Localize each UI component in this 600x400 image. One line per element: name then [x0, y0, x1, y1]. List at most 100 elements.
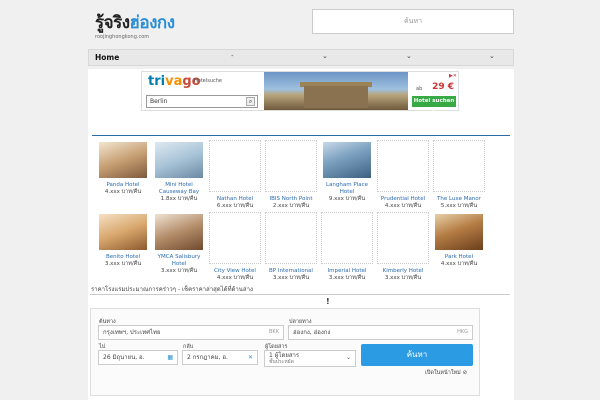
ad-left-panel: trivago Hotelsuche Berlin ⌕ — [142, 72, 262, 110]
nav-dropdown-3[interactable]: ⌄ — [406, 52, 412, 60]
hotel-image-placeholder[interactable] — [265, 212, 317, 264]
hotel-price: 3.xxx บาท/คืน — [384, 275, 422, 281]
hotel-image[interactable] — [99, 214, 147, 250]
hotel-image-placeholder[interactable] — [209, 140, 261, 192]
site-search-input[interactable]: ค้นหา — [312, 9, 514, 34]
hotel-name[interactable]: City View Hotel — [209, 268, 261, 275]
hotel-name[interactable]: Benito Hotel — [97, 254, 149, 261]
hotel-card[interactable]: Imperial Hotel 3.xxx บาท/คืน — [321, 212, 373, 282]
chevron-down-icon[interactable]: ⌄ — [346, 354, 351, 361]
hotel-price: 1.8xx บาท/คืน — [160, 196, 198, 202]
ad-hotelsuche-label: Hotelsuche — [194, 78, 223, 84]
hotel-image-placeholder[interactable] — [433, 140, 485, 192]
hotel-card[interactable]: Nathan Hotel 6.xxx บาท/คืน — [209, 140, 261, 210]
calendar-icon[interactable]: ▦ — [167, 351, 173, 364]
hotel-image-placeholder[interactable] — [265, 140, 317, 192]
hotel-image[interactable] — [155, 142, 203, 178]
hotel-name[interactable]: Panda Hotel — [97, 182, 149, 189]
nav-dropdown-4[interactable]: ⌄ — [489, 52, 495, 60]
nav-home-link[interactable]: Home — [95, 53, 119, 62]
hotel-card[interactable]: City View Hotel 4.xxx บาท/คืน — [209, 212, 261, 282]
hotel-image[interactable] — [435, 214, 483, 250]
ad-price: 29 € — [432, 82, 454, 92]
depart-value: 26 มิถุนายน, อ. — [103, 354, 145, 361]
trivago-logo-part-1: tri — [148, 74, 166, 89]
hotel-name[interactable]: Park Hotel — [433, 254, 485, 261]
flight-search-form: ต้นทาง กรุงเทพฯ, ประเทศไทย BKK ปลายทาง ฮ… — [90, 308, 480, 396]
trivago-logo: trivago — [148, 74, 201, 89]
ad-city-image — [264, 72, 408, 110]
hotel-image-placeholder[interactable] — [209, 212, 261, 264]
return-value: 2 กรกฎาคม, อ. — [187, 354, 228, 361]
nav-dropdown-1[interactable]: - — [231, 52, 234, 60]
hotel-price: 9.xxx บาท/คืน — [328, 196, 366, 202]
main-nav: Home - ⌄ ⌄ ⌄ — [88, 49, 514, 66]
from-input[interactable]: กรุงเทพฯ, ประเทศไทย BKK — [98, 325, 284, 340]
hotel-name[interactable]: The Luxe Manor — [433, 196, 485, 203]
clear-date-icon[interactable]: ✕ — [248, 351, 253, 364]
to-code: HKG — [457, 329, 468, 335]
hotel-card[interactable]: The Luxe Manor 5.xxx บาท/คืน — [433, 140, 485, 210]
hotel-image[interactable] — [323, 142, 371, 178]
nav-dropdown-2[interactable]: ⌄ — [322, 52, 328, 60]
open-new-window-option[interactable]: เปิดในหน้าใหม่ ⊘ — [425, 369, 467, 377]
hotel-name[interactable]: Kimberly Hotel — [377, 268, 429, 275]
hotel-card[interactable]: IBIS North Point 2.xxx บาท/คืน — [265, 140, 317, 210]
hotel-card[interactable]: YMCA Salisbury Hotel 3.xxx บาท/คืน — [153, 214, 205, 275]
flight-search-button[interactable]: ค้นหา — [361, 344, 473, 366]
ad-ab-label: ab — [416, 86, 423, 92]
hotel-name[interactable]: BP International — [265, 268, 317, 275]
hotel-card[interactable]: Langham Place Hotel 9.xxx บาท/คืน — [321, 142, 373, 203]
ad-gate-building — [304, 86, 368, 108]
hotel-image[interactable] — [99, 142, 147, 178]
hotel-name[interactable]: Mini Hotel Causeway Bay — [153, 182, 205, 196]
hotel-card[interactable]: Mini Hotel Causeway Bay 1.8xx บาท/คืน — [153, 142, 205, 203]
hotel-name[interactable]: YMCA Salisbury Hotel — [153, 254, 205, 268]
hotel-image-placeholder[interactable] — [377, 140, 429, 192]
ad-hotel-search-button[interactable]: Hotel suchen > — [412, 96, 456, 115]
hotel-price: 6.xxx บาท/คืน — [216, 203, 254, 209]
hotel-card[interactable]: Prudential Hotel 4.xxx บาท/คืน — [377, 140, 429, 210]
logo-text: รู้จริงฮ่องกง — [95, 9, 175, 36]
notice-mark: ! — [326, 297, 330, 306]
passenger-select[interactable]: 1 ผู้โดยสาร ชั้นประหยัด ⌄ — [264, 350, 356, 367]
hotel-name[interactable]: Langham Place Hotel — [321, 182, 373, 196]
ad-city-input[interactable]: Berlin ⌕ — [146, 95, 258, 108]
logo-part-a: รู้จริง — [95, 13, 130, 33]
to-input[interactable]: ฮ่องกง, ฮ่องกง HKG — [288, 325, 473, 340]
hotel-price: 2.xxx บาท/คืน — [272, 203, 310, 209]
return-date-input[interactable]: 2 กรกฎาคม, อ. ✕ — [182, 350, 258, 365]
passenger-count: 1 ผู้โดยสาร — [269, 352, 300, 359]
hotel-price: 5.xxx บาท/คืน — [440, 203, 478, 209]
hotel-price: 4.xxx บาท/คืน — [104, 189, 142, 195]
hotel-image-placeholder[interactable] — [321, 212, 373, 264]
trivago-ad-banner[interactable]: trivago Hotelsuche Berlin ⌕ ▶✕ ab 29 € H… — [141, 71, 459, 115]
site-logo[interactable]: รู้จริงฮ่องกง roojinghongkong.com — [95, 9, 175, 40]
hotel-card[interactable]: Benito Hotel 3.xxx บาท/คืน — [97, 214, 149, 268]
hotel-card[interactable]: BP International 3.xxx บาท/คืน — [265, 212, 317, 282]
price-disclaimer: ราคาโรงแรมประมาณการคร่าวๆ - เช็คราคาล่าส… — [91, 286, 253, 293]
hotel-card[interactable]: Park Hotel 4.xxx บาท/คืน — [433, 214, 485, 268]
section-divider — [92, 135, 510, 136]
hotel-price: 4.xxx บาท/คืน — [384, 203, 422, 209]
hotel-name[interactable]: Nathan Hotel — [209, 196, 261, 203]
hotel-name[interactable]: IBIS North Point — [265, 196, 317, 203]
hotel-price: 3.xxx บาท/คืน — [328, 275, 366, 281]
logo-part-b: ฮ่องกง — [129, 13, 175, 33]
trivago-logo-part-2: va — [165, 74, 183, 89]
hotel-name[interactable]: Prudential Hotel — [377, 196, 429, 203]
from-code: BKK — [269, 329, 279, 335]
hotel-name[interactable]: Imperial Hotel — [321, 268, 373, 275]
ad-city-value: Berlin — [150, 98, 168, 105]
depart-date-input[interactable]: 26 มิถุนายน, อ. ▦ — [98, 350, 178, 365]
hotel-image-placeholder[interactable] — [377, 212, 429, 264]
hotel-price: 3.xxx บาท/คืน — [160, 268, 198, 274]
hotel-price: 4.xxx บาท/คืน — [216, 275, 254, 281]
hotel-price: 3.xxx บาท/คืน — [104, 261, 142, 267]
from-value: กรุงเทพฯ, ประเทศไทย — [103, 329, 161, 336]
search-icon[interactable]: ⌕ — [246, 97, 255, 106]
ad-choices-icon[interactable]: ▶✕ — [449, 73, 457, 79]
hotel-card[interactable]: Panda Hotel 4.xxx บาท/คืน — [97, 142, 149, 196]
hotel-card[interactable]: Kimberly Hotel 3.xxx บาท/คืน — [377, 212, 429, 282]
hotel-image[interactable] — [155, 214, 203, 250]
